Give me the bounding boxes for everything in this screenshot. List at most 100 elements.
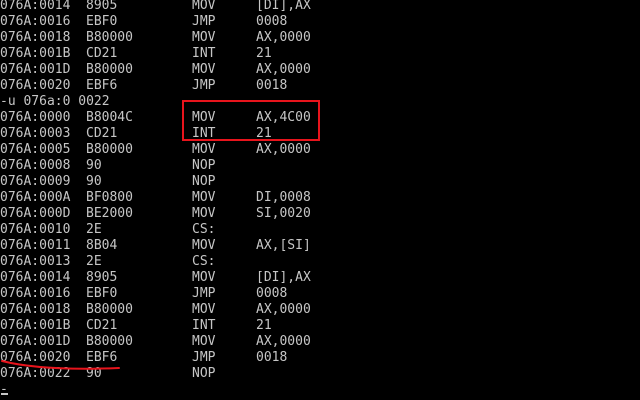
dos-debug-console[interactable]: 076A:0014 8905 MOV [DI],AX 076A:0016 EBF0 JMP 0… (0, 0, 640, 400)
disassembly-row: 076A:0014 8905 MOV [DI],AX (0, 270, 640, 286)
disassembly-row: 076A:001B CD21 INT 21 (0, 46, 640, 62)
disassembly-row: 076A:000A BF0800 MOV DI,0008 (0, 190, 640, 206)
mnemonic-text: MOV (192, 334, 216, 349)
address-text: 076A:0018 (0, 302, 71, 317)
disassembly-row: 076A:0009 90 NOP (0, 174, 640, 190)
address-text: 076A:0011 (0, 238, 71, 253)
machine-code-text: 90 (86, 174, 102, 189)
text-cursor (1, 393, 8, 395)
machine-code-text: CD21 (86, 46, 118, 61)
disassembly-row: 076A:000D BE2000 MOV SI,0020 (0, 206, 640, 222)
operand-text: AX,[SI] (256, 238, 311, 253)
operand-text: DI,0008 (256, 190, 311, 205)
operand-text: 0018 (256, 78, 288, 93)
mnemonic-text: NOP (192, 366, 216, 381)
address-text: 076A:001B (0, 46, 71, 61)
machine-code-text: B8004C (86, 110, 133, 125)
disassembly-row: 076A:0008 90 NOP (0, 158, 640, 174)
machine-code-text: B80000 (86, 30, 133, 45)
machine-code-text: EBF0 (86, 286, 118, 301)
mnemonic-text: MOV (192, 62, 216, 77)
mnemonic-text: JMP (192, 78, 216, 93)
address-text: 076A:0016 (0, 286, 71, 301)
address-text: 076A:0014 (0, 270, 71, 285)
mnemonic-text: MOV (192, 302, 216, 317)
address-text: 076A:0014 (0, 0, 71, 13)
disassembly-row: 076A:0013 2E CS: (0, 254, 640, 270)
disassembly-row: 076A:0003 CD21 INT 21 (0, 126, 640, 142)
address-text: 076A:0000 (0, 110, 71, 125)
machine-code-text: CD21 (86, 318, 118, 333)
address-text: 076A:0005 (0, 142, 71, 157)
machine-code-text: BF0800 (86, 190, 133, 205)
disassembly-row: 076A:0018 B80000 MOV AX,0000 (0, 30, 640, 46)
mnemonic-text: INT (192, 318, 216, 333)
disassembly-row: 076A:0016 EBF0 JMP 0008 (0, 14, 640, 30)
disassembly-row: 076A:0016 EBF0 JMP 0008 (0, 286, 640, 302)
disassembly-row: 076A:0020 EBF6 JMP 0018 (0, 78, 640, 94)
disassembly-row: 076A:0010 2E CS: (0, 222, 640, 238)
machine-code-text: 8905 (86, 0, 118, 13)
machine-code-text: BE2000 (86, 206, 133, 221)
machine-code-text: CD21 (86, 126, 118, 141)
operand-text: 21 (256, 318, 272, 333)
mnemonic-text: MOV (192, 190, 216, 205)
address-text: 076A:001D (0, 62, 71, 77)
mnemonic-text: CS: (192, 222, 216, 237)
mnemonic-text: MOV (192, 30, 216, 45)
operand-text: [DI],AX (256, 270, 311, 285)
address-text: 076A:001B (0, 318, 71, 333)
address-text: 076A:000D (0, 206, 71, 221)
address-text: 076A:0020 (0, 78, 71, 93)
mnemonic-text: MOV (192, 238, 216, 253)
operand-text: 21 (256, 46, 272, 61)
machine-code-text: B80000 (86, 334, 133, 349)
command-line: -u 076a:0 0022 (0, 94, 640, 110)
mnemonic-text: MOV (192, 0, 216, 13)
disassembly-row: 076A:0018 B80000 MOV AX,0000 (0, 302, 640, 318)
operand-text: AX,0000 (256, 30, 311, 45)
machine-code-text: B80000 (86, 62, 133, 77)
machine-code-text: B80000 (86, 142, 133, 157)
address-text: 076A:0009 (0, 174, 71, 189)
mnemonic-text: NOP (192, 158, 216, 173)
machine-code-text: 2E (86, 254, 102, 269)
address-text: 076A:0018 (0, 30, 71, 45)
operand-text: AX,0000 (256, 62, 311, 77)
operand-text: SI,0020 (256, 206, 311, 221)
mnemonic-text: CS: (192, 254, 216, 269)
mnemonic-text: JMP (192, 14, 216, 29)
command-text: -u 076a:0 0022 (0, 94, 110, 109)
machine-code-text: 2E (86, 222, 102, 237)
disassembly-row: 076A:0000 B8004C MOV AX,4C00 (0, 110, 640, 126)
operand-text: AX,0000 (256, 142, 311, 157)
operand-text: 0018 (256, 350, 288, 365)
machine-code-text: 8905 (86, 270, 118, 285)
machine-code-text: EBF0 (86, 14, 118, 29)
mnemonic-text: JMP (192, 286, 216, 301)
operand-text: [DI],AX (256, 0, 311, 13)
operand-text: 0008 (256, 286, 288, 301)
address-text: 076A:000A (0, 190, 71, 205)
disassembly-row: 076A:0011 8B04 MOV AX,[SI] (0, 238, 640, 254)
operand-text: AX,0000 (256, 302, 311, 317)
disassembly-row: 076A:001B CD21 INT 21 (0, 318, 640, 334)
mnemonic-text: MOV (192, 206, 216, 221)
disassembly-row: 076A:0014 8905 MOV [DI],AX (0, 0, 640, 14)
disassembly-row: 076A:001D B80000 MOV AX,0000 (0, 62, 640, 78)
machine-code-text: EBF6 (86, 78, 118, 93)
mnemonic-text: JMP (192, 350, 216, 365)
highlight-box-annotation (182, 100, 320, 141)
operand-text: 0008 (256, 14, 288, 29)
address-text: 076A:0010 (0, 222, 71, 237)
address-text: 076A:0016 (0, 14, 71, 29)
mnemonic-text: NOP (192, 174, 216, 189)
command-text: - (0, 382, 8, 397)
operand-text: AX,0000 (256, 334, 311, 349)
address-text: 076A:0008 (0, 158, 71, 173)
mnemonic-text: MOV (192, 270, 216, 285)
machine-code-text: 8B04 (86, 238, 118, 253)
underline-annotation (1, 360, 120, 370)
mnemonic-text: MOV (192, 142, 216, 157)
machine-code-text: B80000 (86, 302, 133, 317)
